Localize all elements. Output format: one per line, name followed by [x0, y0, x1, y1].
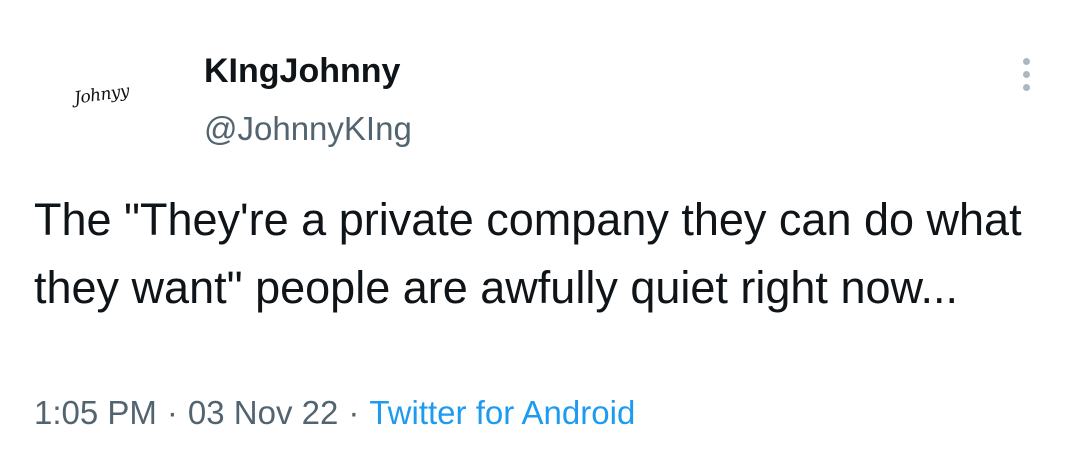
avatar-signature: Johnyy: [73, 81, 131, 109]
tweet-card: Johnyy KIngJohnny @JohnnyKIng The "They'…: [0, 0, 1078, 461]
tweet-date[interactable]: 03 Nov 22: [188, 394, 338, 431]
more-vertical-icon-dot: [1022, 83, 1030, 91]
tweet-text: The "They're a private company they can …: [34, 194, 1022, 313]
more-vertical-icon-dot: [1022, 70, 1030, 78]
more-vertical-icon: [1022, 57, 1030, 65]
meta-separator: ·: [166, 394, 178, 431]
more-options-button[interactable]: [1006, 52, 1046, 96]
user-handle[interactable]: @JohnnyKIng: [204, 110, 412, 148]
tweet-time[interactable]: 1:05 PM: [34, 394, 157, 431]
meta-separator: ·: [348, 394, 360, 431]
display-name[interactable]: KIngJohnny: [204, 52, 400, 91]
tweet-meta: 1:05 PM · 03 Nov 22 · Twitter for Android: [34, 394, 635, 432]
avatar[interactable]: Johnyy: [40, 50, 164, 140]
tweet-source-link[interactable]: Twitter for Android: [369, 394, 635, 431]
